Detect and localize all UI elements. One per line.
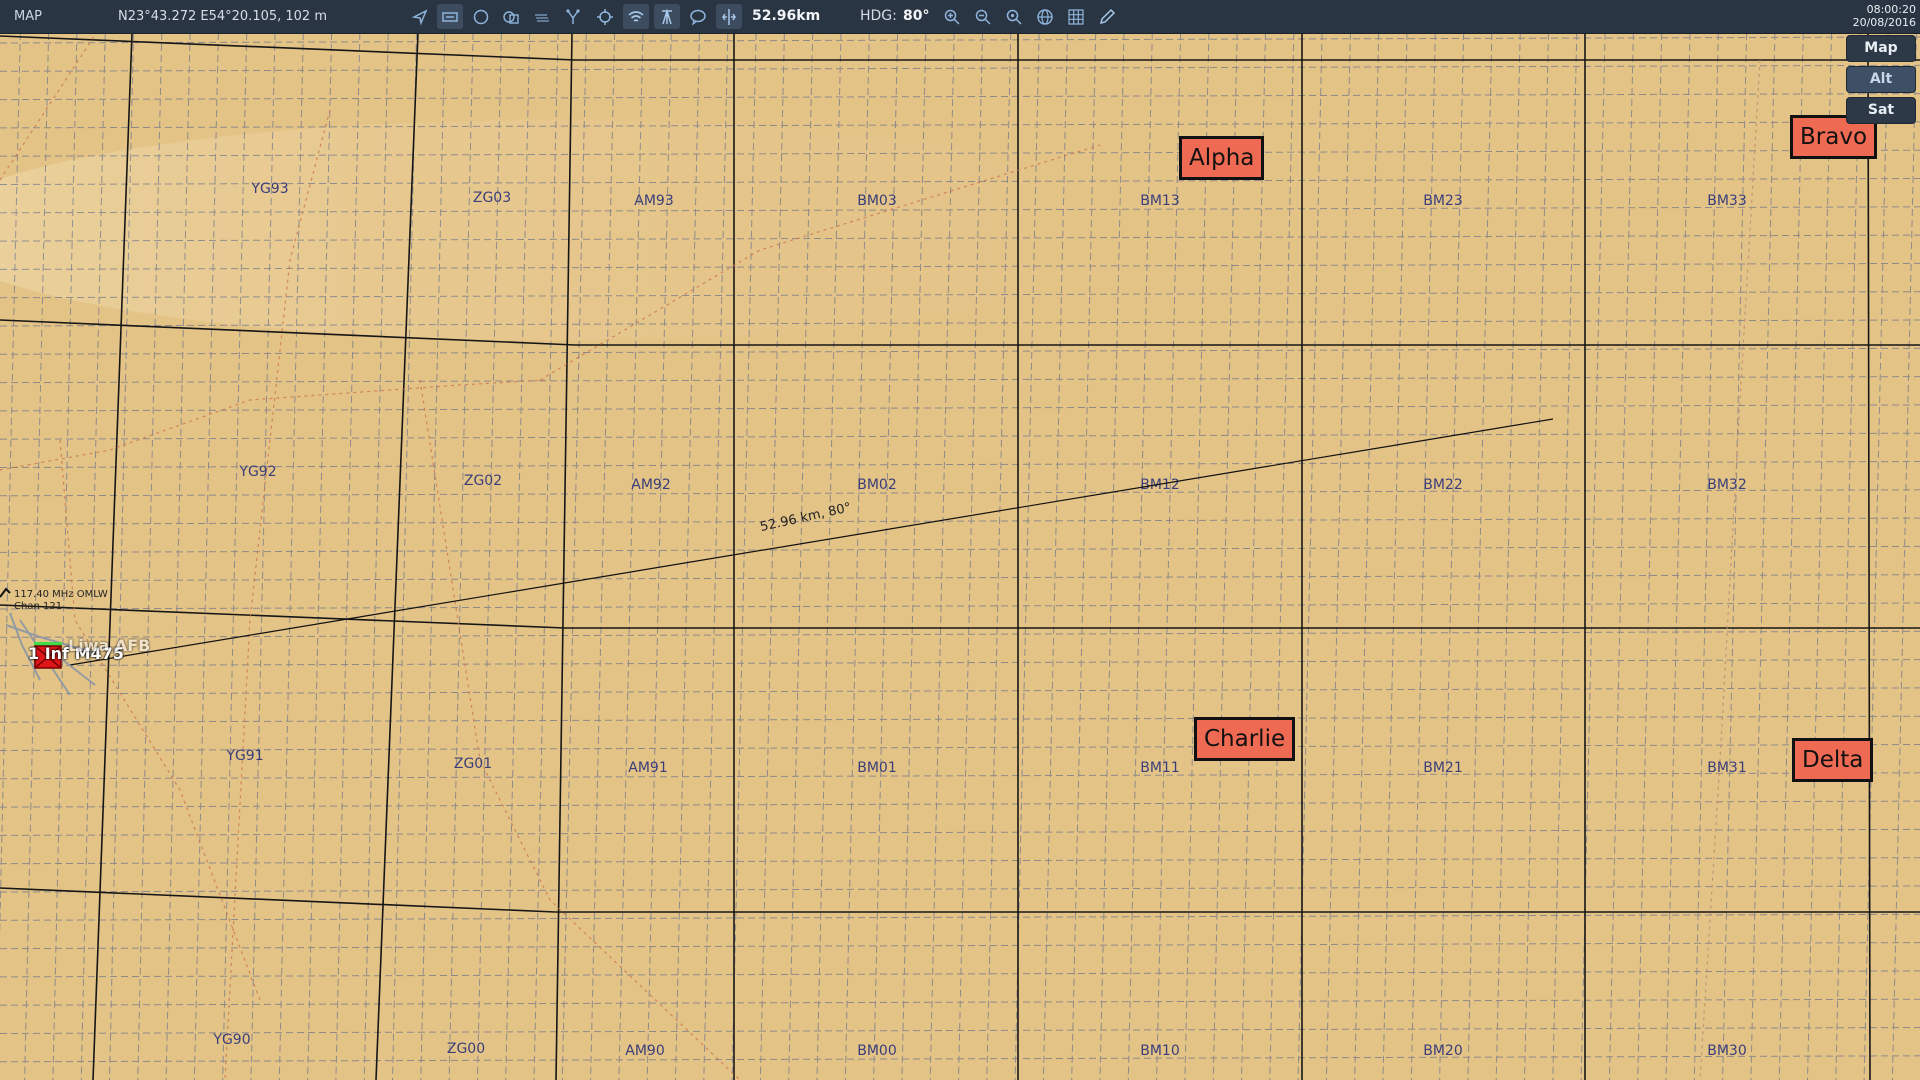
tacan-frequency: 117.40 MHz OMLW xyxy=(14,589,108,600)
grid-square-label: BM11 xyxy=(1140,760,1180,776)
target-charlie[interactable]: Charlie xyxy=(1194,717,1296,761)
grid-icon[interactable] xyxy=(1063,4,1089,29)
ruler-icon[interactable] xyxy=(716,4,742,29)
grid-square-label: BM03 xyxy=(857,193,897,209)
cursor-coordinates: N23°43.272 E54°20.105, 102 m xyxy=(118,9,328,24)
grid-square-label: ZG00 xyxy=(447,1041,485,1057)
grid-square-label: BM32 xyxy=(1707,477,1747,493)
grid-square-label: AM92 xyxy=(631,477,670,493)
map-canvas[interactable]: YG93 ZG03 AM93 BM03 BM13 BM23 BM33 YG92 ZG02 AM92… xyxy=(0,0,1920,1080)
heading-label: HDG: xyxy=(860,8,897,24)
clock-time: 08:00:20 xyxy=(1866,3,1916,16)
circle-icon[interactable] xyxy=(468,4,494,29)
grid-square-label: BM22 xyxy=(1423,477,1463,493)
stack-icon[interactable] xyxy=(529,4,555,29)
zoom-in-icon[interactable] xyxy=(939,4,965,29)
crosshair-icon[interactable] xyxy=(592,4,618,29)
clock-date: 20/08/2016 xyxy=(1852,16,1916,29)
unit-label-icon[interactable] xyxy=(437,4,463,29)
clock: 08:00:20 20/08/2016 xyxy=(1853,3,1916,29)
grid-square-label: YG90 xyxy=(212,1032,250,1048)
grid-square-label: BM10 xyxy=(1140,1043,1180,1059)
map-type-alt-button[interactable]: Alt xyxy=(1846,66,1916,93)
tacan-label: 117.40 MHz OMLW Chan 121 xyxy=(14,589,108,613)
unit-label: 1 Inf M475 Liwa AFB xyxy=(28,636,150,663)
grid-square-label: YG91 xyxy=(225,748,263,764)
range-readout: 52.96km xyxy=(752,8,821,24)
globe-icon[interactable] xyxy=(1032,4,1058,29)
zoom-out-icon[interactable] xyxy=(970,4,996,29)
airbase-name: Liwa AFB xyxy=(68,636,151,655)
grid-square-label: BM00 xyxy=(857,1043,897,1059)
grid-square-label: YG92 xyxy=(238,464,276,480)
grid-square-label: BM12 xyxy=(1140,477,1180,493)
zoom-fit-icon[interactable] xyxy=(1001,4,1027,29)
grid-square-label: BM23 xyxy=(1423,193,1463,209)
target-alpha[interactable]: Alpha xyxy=(1179,136,1265,180)
top-toolbar: MAP N23°43.272 E54°20.105, 102 m 52.96km… xyxy=(0,0,1920,34)
target-delta[interactable]: Delta xyxy=(1792,738,1874,782)
grid-square-label: ZG03 xyxy=(473,190,511,206)
tower-icon[interactable] xyxy=(654,4,680,29)
pencil-icon[interactable] xyxy=(1094,4,1120,29)
grid-square-label: BM30 xyxy=(1707,1043,1747,1059)
grid-square-label: BM21 xyxy=(1423,760,1463,776)
chat-icon[interactable] xyxy=(685,4,711,29)
grid-square-label: BM02 xyxy=(857,477,897,493)
grid-square-label: BM33 xyxy=(1707,193,1747,209)
grid-square-label: BM13 xyxy=(1140,193,1180,209)
grid-square-label: ZG02 xyxy=(464,473,502,489)
grid-square-label: BM31 xyxy=(1707,760,1747,776)
map-type-selector: Map Alt Sat xyxy=(1846,35,1916,128)
grid-square-label: AM93 xyxy=(634,193,673,209)
grid-square-label: BM01 xyxy=(857,760,897,776)
map-type-sat-button[interactable]: Sat xyxy=(1846,97,1916,124)
grid-square-label: BM20 xyxy=(1423,1043,1463,1059)
map-title: MAP xyxy=(14,9,42,24)
heading-readout: 80° xyxy=(903,8,930,24)
grid-square-label: AM90 xyxy=(625,1043,664,1059)
map-type-map-button[interactable]: Map xyxy=(1846,35,1916,62)
layers-icon[interactable] xyxy=(498,4,524,29)
grid-square-label: ZG01 xyxy=(454,756,492,772)
route-icon[interactable] xyxy=(560,4,586,29)
grid-square-label: AM91 xyxy=(628,760,667,776)
tacan-channel: Chan 121 xyxy=(14,601,63,612)
navigate-icon[interactable] xyxy=(407,4,433,29)
grid-square-label: YG93 xyxy=(250,181,288,197)
wifi-icon[interactable] xyxy=(623,4,649,29)
